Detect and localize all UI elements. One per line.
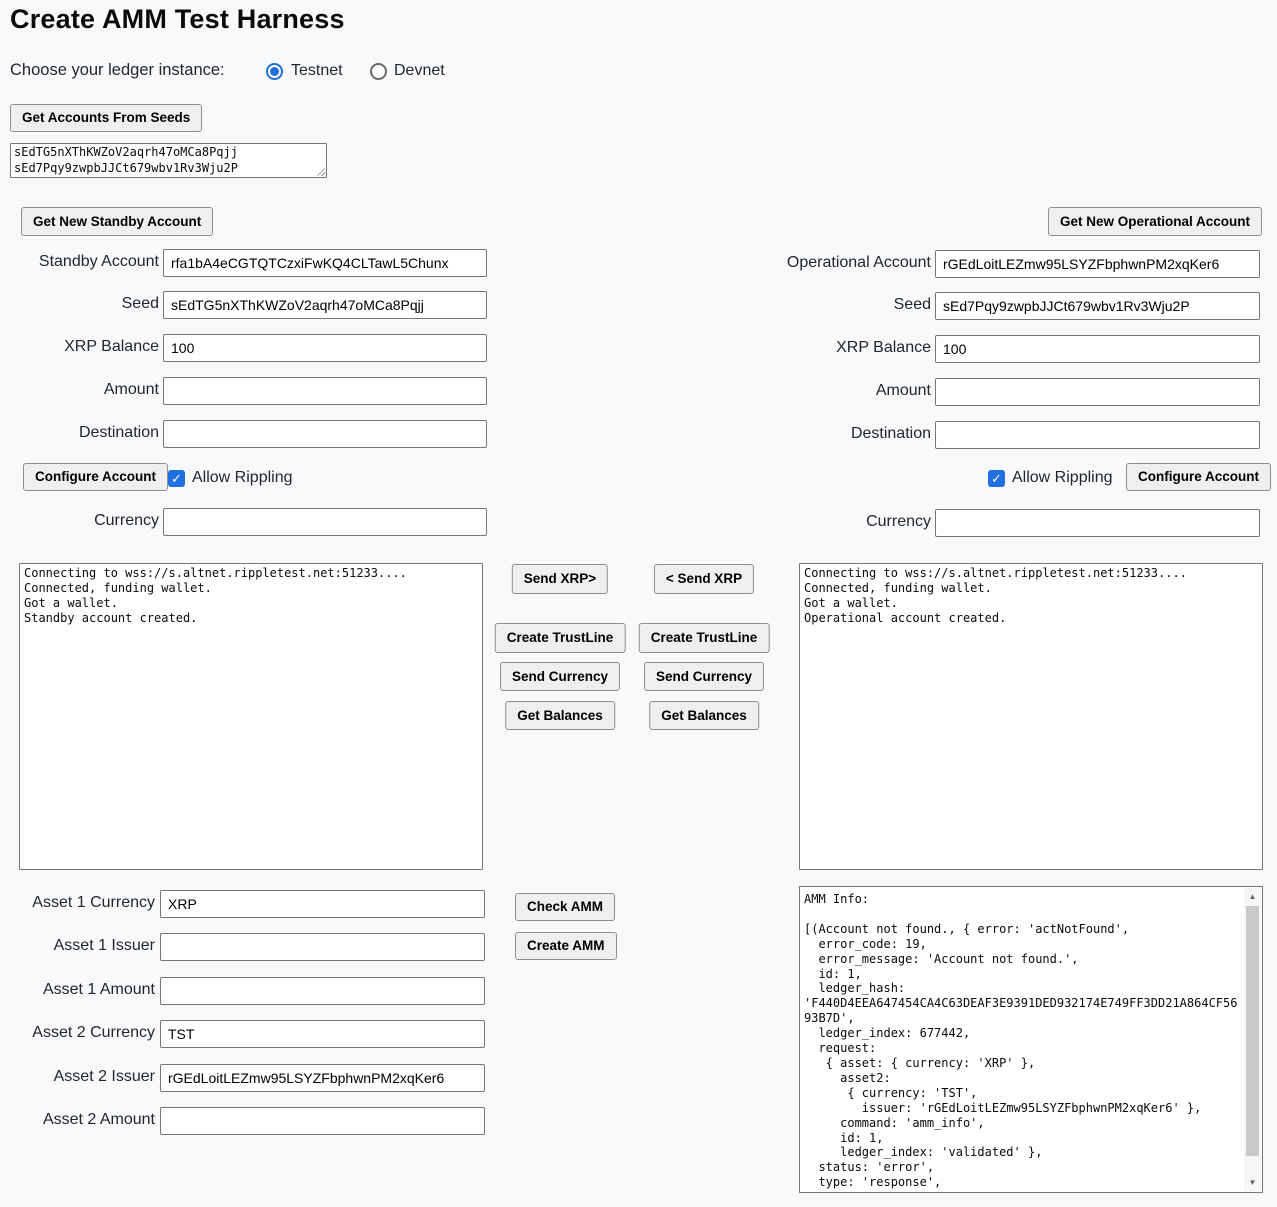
amm-info-text: AMM Info: [(Account not found., { error:… xyxy=(804,892,1241,1190)
standby-account-input[interactable] xyxy=(163,249,487,277)
operational-result-log[interactable]: Connecting to wss://s.altnet.rippletest.… xyxy=(799,563,1263,870)
amm-info-panel[interactable]: AMM Info: [(Account not found., { error:… xyxy=(799,886,1263,1193)
standby-currency-label: Currency xyxy=(0,512,159,530)
standby-destination-input[interactable] xyxy=(163,420,487,448)
operational-allow-rippling-label: Allow Rippling xyxy=(1012,469,1113,487)
testnet-radio[interactable] xyxy=(266,63,283,80)
asset2-amount-label: Asset 2 Amount xyxy=(0,1111,155,1129)
asset1-currency-input[interactable] xyxy=(160,890,485,918)
get-new-standby-account-button[interactable]: Get New Standby Account xyxy=(21,207,213,236)
standby-xrp-balance-input[interactable] xyxy=(163,334,487,362)
testnet-radio-label[interactable]: Testnet xyxy=(291,62,343,80)
operational-configure-account-button[interactable]: Configure Account xyxy=(1126,463,1271,491)
standby-create-trustline-button[interactable]: Create TrustLine xyxy=(495,623,626,653)
asset1-amount-input[interactable] xyxy=(160,977,485,1005)
page-title: Create AMM Test Harness xyxy=(10,4,345,35)
ledger-instance-label: Choose your ledger instance: xyxy=(10,61,225,80)
operational-destination-input[interactable] xyxy=(935,421,1260,449)
standby-allow-rippling-label: Allow Rippling xyxy=(192,469,293,487)
devnet-radio-label[interactable]: Devnet xyxy=(394,62,445,80)
operational-xrp-balance-input[interactable] xyxy=(935,335,1260,363)
asset2-issuer-input[interactable] xyxy=(160,1064,485,1092)
standby-result-log[interactable]: Connecting to wss://s.altnet.rippletest.… xyxy=(19,563,483,870)
operational-get-balances-button[interactable]: Get Balances xyxy=(649,701,759,730)
standby-seed-input[interactable] xyxy=(163,291,487,319)
operational-currency-label: Currency xyxy=(600,513,931,531)
standby-send-currency-button[interactable]: Send Currency xyxy=(500,662,620,691)
standby-account-label: Standby Account xyxy=(0,253,159,271)
operational-allow-rippling-checkbox[interactable]: ✓ xyxy=(988,470,1005,487)
get-new-operational-account-button[interactable]: Get New Operational Account xyxy=(1048,207,1262,236)
standby-xrp-balance-label: XRP Balance xyxy=(0,338,159,356)
standby-get-balances-button[interactable]: Get Balances xyxy=(505,701,615,730)
operational-destination-label: Destination xyxy=(600,425,931,443)
seeds-textarea-wrap: sEdTG5nXThKWZoV2aqrh47oMCa8Pqjj sEd7Pqy9… xyxy=(10,143,327,178)
operational-create-trustline-button[interactable]: Create TrustLine xyxy=(639,623,770,653)
operational-amount-label: Amount xyxy=(600,382,931,400)
asset2-currency-input[interactable] xyxy=(160,1020,485,1048)
operational-currency-input[interactable] xyxy=(935,509,1260,537)
get-accounts-from-seeds-button[interactable]: Get Accounts From Seeds xyxy=(10,104,202,132)
asset1-issuer-input[interactable] xyxy=(160,933,485,961)
amm-test-harness-page: Create AMM Test Harness Choose your ledg… xyxy=(0,0,1277,1207)
operational-account-label: Operational Account xyxy=(600,254,931,272)
scroll-down-arrow-icon[interactable]: ▼ xyxy=(1244,1174,1261,1191)
asset2-issuer-label: Asset 2 Issuer xyxy=(0,1068,155,1086)
standby-configure-account-button[interactable]: Configure Account xyxy=(23,463,168,491)
operational-xrp-balance-label: XRP Balance xyxy=(600,339,931,357)
standby-destination-label: Destination xyxy=(0,424,159,442)
operational-seed-input[interactable] xyxy=(935,292,1260,320)
operational-amount-input[interactable] xyxy=(935,378,1260,406)
asset2-amount-input[interactable] xyxy=(160,1107,485,1135)
send-xrp-to-standby-button[interactable]: < Send XRP xyxy=(654,564,754,594)
scrollbar-thumb[interactable] xyxy=(1246,906,1259,1156)
amm-info-scrollbar[interactable]: ▲ ▼ xyxy=(1244,888,1261,1191)
scroll-up-arrow-icon[interactable]: ▲ xyxy=(1244,888,1261,905)
standby-seed-label: Seed xyxy=(0,295,159,313)
standby-amount-input[interactable] xyxy=(163,377,487,405)
send-xrp-to-operational-button[interactable]: Send XRP> xyxy=(512,564,608,594)
operational-account-input[interactable] xyxy=(935,250,1260,278)
standby-currency-input[interactable] xyxy=(163,508,487,536)
standby-amount-label: Amount xyxy=(0,381,159,399)
standby-allow-rippling-checkbox[interactable]: ✓ xyxy=(168,470,185,487)
seeds-textarea[interactable]: sEdTG5nXThKWZoV2aqrh47oMCa8Pqjj sEd7Pqy9… xyxy=(10,143,327,178)
asset1-issuer-label: Asset 1 Issuer xyxy=(0,937,155,955)
asset1-currency-label: Asset 1 Currency xyxy=(0,894,155,912)
operational-send-currency-button[interactable]: Send Currency xyxy=(644,662,764,691)
asset1-amount-label: Asset 1 Amount xyxy=(0,981,155,999)
create-amm-button[interactable]: Create AMM xyxy=(515,932,617,960)
asset2-currency-label: Asset 2 Currency xyxy=(0,1024,155,1042)
operational-seed-label: Seed xyxy=(600,296,931,314)
check-amm-button[interactable]: Check AMM xyxy=(515,893,615,921)
devnet-radio[interactable] xyxy=(370,63,387,80)
